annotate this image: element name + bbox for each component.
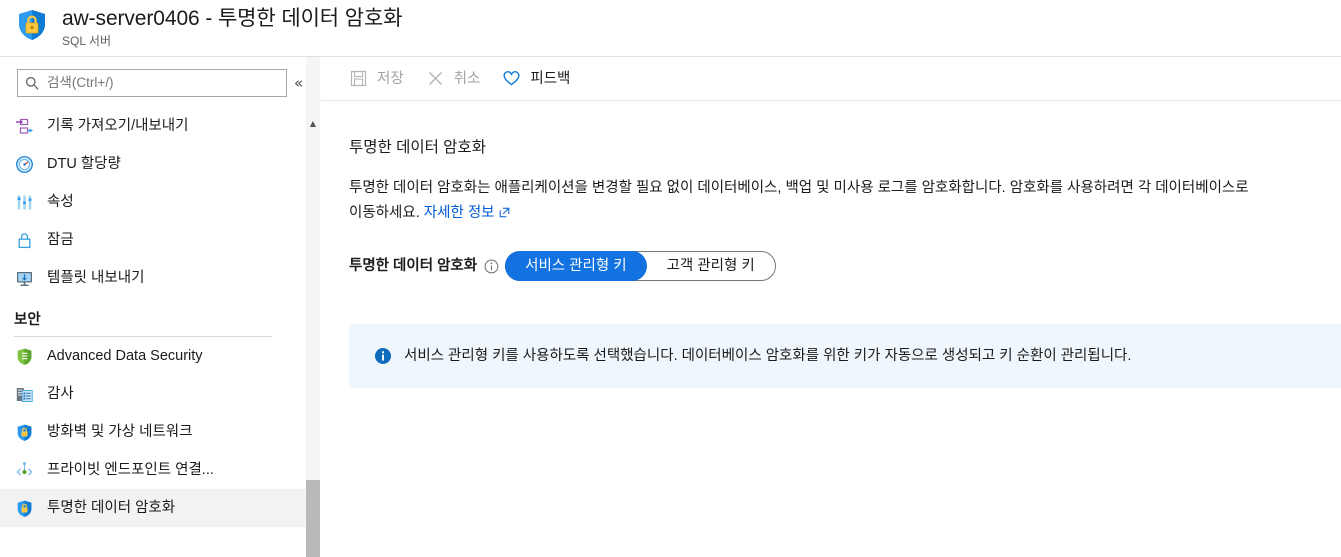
- sidebar-item-dtu-quota[interactable]: DTU 할당량: [0, 145, 306, 183]
- sidebar-item-label: 감사: [47, 386, 74, 402]
- heart-icon: [502, 69, 521, 88]
- section-description: 투명한 데이터 암호화는 애플리케이션을 변경할 필요 없이 데이터베이스, 백…: [349, 176, 1254, 226]
- green-shield-icon: [14, 346, 34, 366]
- sidebar-scrollbar-thumb[interactable]: [306, 480, 320, 557]
- sidebar: 검색(Ctrl+/) « 기록 가져오기/내보내기 DTU 할당량 속성 잠금 …: [0, 57, 320, 557]
- command-toolbar: 저장 취소 피드백: [321, 57, 1341, 101]
- sidebar-item-label: 방화벽 및 가상 네트워크: [47, 424, 193, 440]
- page-subtitle: SQL 서버: [62, 34, 111, 48]
- search-icon: [25, 76, 39, 90]
- header-text-group: aw-server0406 - 투명한 데이터 암호화 SQL 서버: [62, 5, 403, 49]
- save-disk-icon: [349, 69, 368, 88]
- shield-lock-icon: [14, 498, 34, 518]
- save-button[interactable]: 저장: [349, 63, 404, 95]
- tde-key-type-toggle[interactable]: 서비스 관리형 키 고객 관리형 키: [505, 251, 776, 281]
- feedback-label: 피드백: [530, 70, 571, 87]
- gauge-icon: [14, 154, 34, 174]
- import-export-icon: [14, 116, 34, 136]
- collapse-sidebar-button[interactable]: «: [294, 74, 303, 92]
- sidebar-item-label: 잠금: [47, 232, 74, 248]
- sidebar-item-properties[interactable]: 속성: [0, 183, 306, 221]
- section-title: 투명한 데이터 암호화: [349, 139, 486, 156]
- sidebar-item-transparent-data-encryption[interactable]: 투명한 데이터 암호화: [0, 489, 306, 527]
- tde-toggle-row: 투명한 데이터 암호화 서비스 관리형 키 고객 관리형 키: [349, 251, 776, 281]
- sliders-icon: [14, 192, 34, 212]
- sidebar-item-label: 기록 가져오기/내보내기: [47, 118, 189, 134]
- sidebar-section-security: 보안: [0, 297, 306, 337]
- sidebar-item-label: Advanced Data Security: [47, 348, 203, 364]
- external-link-icon: [499, 202, 510, 218]
- feedback-button[interactable]: 피드백: [502, 63, 570, 95]
- sidebar-item-locks[interactable]: 잠금: [0, 221, 306, 259]
- sidebar-item-export-template[interactable]: 템플릿 내보내기: [0, 259, 306, 297]
- info-filled-icon: [374, 347, 392, 365]
- info-banner: 서비스 관리형 키를 사용하도록 선택했습니다. 데이터베이스 암호화를 위한 …: [349, 324, 1341, 388]
- info-circle-icon[interactable]: [484, 259, 499, 274]
- toggle-option-service-managed-key[interactable]: 서비스 관리형 키: [505, 251, 647, 281]
- sidebar-item-label: 템플릿 내보내기: [47, 270, 145, 286]
- cancel-button[interactable]: 취소: [426, 63, 481, 95]
- tde-toggle-label: 투명한 데이터 암호화: [349, 258, 478, 274]
- audit-icon: [14, 384, 34, 404]
- sidebar-item-auditing[interactable]: 감사: [0, 375, 306, 413]
- learn-more-link[interactable]: 자세한 정보: [424, 205, 495, 221]
- sidebar-item-firewalls-virtual-networks[interactable]: 방화벽 및 가상 네트워크: [0, 413, 306, 451]
- sidebar-item-private-endpoint-connections[interactable]: 프라이빗 엔드포인트 연결...: [0, 451, 306, 489]
- sidebar-section-title: 보안: [14, 312, 41, 328]
- sidebar-item-advanced-data-security[interactable]: Advanced Data Security: [0, 337, 306, 375]
- sidebar-item-label: 속성: [47, 194, 74, 210]
- lock-icon: [14, 230, 34, 250]
- shield-lock-icon: [14, 422, 34, 442]
- sidebar-item-label: 투명한 데이터 암호화: [47, 500, 176, 516]
- private-endpoint-icon: [14, 460, 34, 480]
- search-placeholder: 검색(Ctrl+/): [47, 75, 114, 90]
- page-title: aw-server0406 - 투명한 데이터 암호화: [62, 7, 403, 30]
- export-template-icon: [14, 268, 34, 288]
- toggle-option-customer-managed-key[interactable]: 고객 관리형 키: [647, 251, 775, 281]
- close-x-icon: [426, 69, 445, 88]
- shield-lock-icon: [14, 7, 50, 43]
- sidebar-nav-list: 기록 가져오기/내보내기 DTU 할당량 속성 잠금 템플릿 내보내기 보안 A…: [0, 107, 306, 527]
- main-content: 투명한 데이터 암호화 투명한 데이터 암호화는 애플리케이션을 변경할 필요 …: [321, 101, 1341, 557]
- search-input[interactable]: 검색(Ctrl+/): [17, 69, 287, 97]
- blade-header: aw-server0406 - 투명한 데이터 암호화 SQL 서버: [0, 0, 1341, 57]
- sidebar-search-row: 검색(Ctrl+/) «: [0, 57, 319, 107]
- sidebar-item-label: DTU 할당량: [47, 156, 121, 172]
- azure-portal-blade: aw-server0406 - 투명한 데이터 암호화 SQL 서버 검색(Ct…: [0, 0, 1341, 557]
- sidebar-item-import-export[interactable]: 기록 가져오기/내보내기: [0, 107, 306, 145]
- cancel-label: 취소: [453, 70, 481, 87]
- sidebar-item-label: 프라이빗 엔드포인트 연결...: [47, 462, 214, 478]
- scroll-up-arrow-icon[interactable]: ▲: [306, 116, 320, 130]
- info-banner-text: 서비스 관리형 키를 사용하도록 선택했습니다. 데이터베이스 암호화를 위한 …: [404, 348, 1132, 364]
- save-label: 저장: [377, 70, 404, 87]
